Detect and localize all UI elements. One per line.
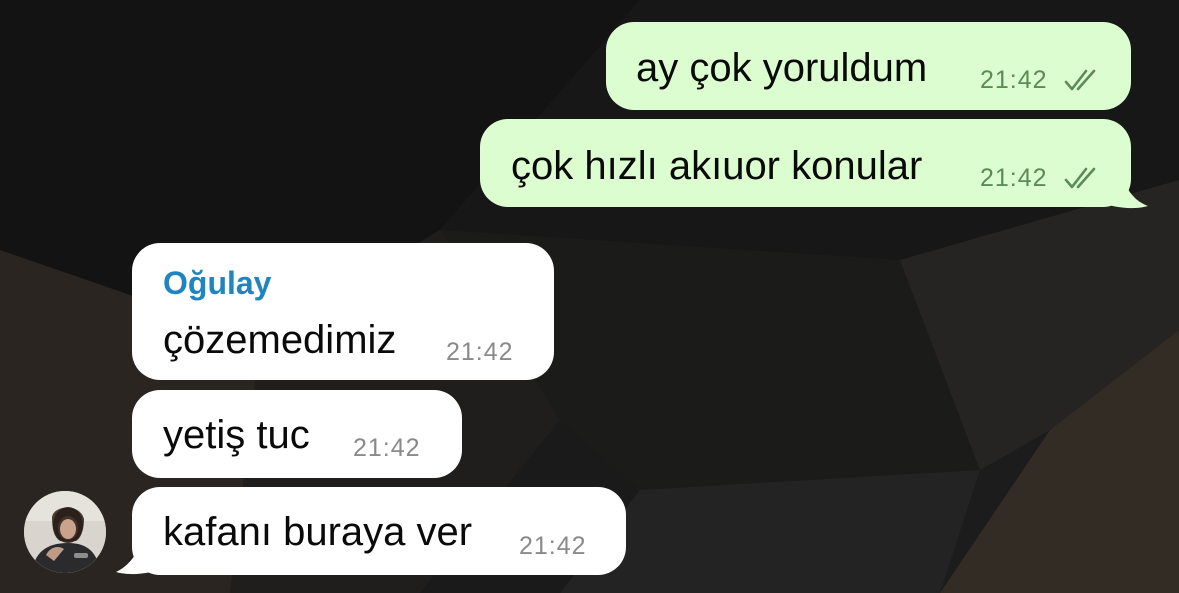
user-avatar[interactable] (24, 491, 106, 573)
message-time: 21:42 (980, 66, 1048, 94)
message-text: çözemedimiz (163, 318, 397, 362)
avatar-image (24, 491, 106, 573)
double-check-icon (1064, 167, 1096, 189)
message-bubble-incoming[interactable]: kafanı buraya ver 21:42 (132, 487, 626, 575)
message-time: 21:42 (353, 434, 421, 462)
sender-name[interactable]: Oğulay (163, 267, 271, 299)
message-time: 21:42 (980, 164, 1048, 192)
message-text: ay çok yoruldum (636, 46, 928, 90)
message-time: 21:42 (446, 338, 514, 366)
message-time: 21:42 (519, 532, 587, 560)
message-text: kafanı buraya ver (163, 510, 473, 554)
message-text: yetiş tuc (163, 413, 310, 457)
message-bubble-incoming[interactable]: Oğulay çözemedimiz 21:42 (132, 243, 554, 380)
message-bubble-incoming[interactable]: yetiş tuc 21:42 (132, 390, 462, 478)
double-check-icon (1064, 69, 1096, 91)
message-bubble-outgoing[interactable]: ay çok yoruldum 21:42 (606, 22, 1131, 110)
message-bubble-outgoing[interactable]: çok hızlı akıuor konular 21:42 (480, 119, 1131, 207)
message-text: çok hızlı akıuor konular (511, 144, 923, 188)
